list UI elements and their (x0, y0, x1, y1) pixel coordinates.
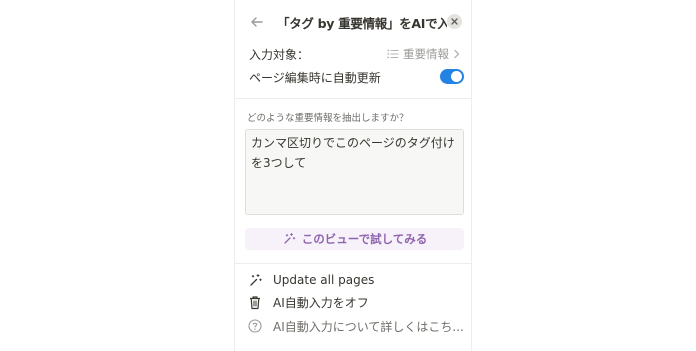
ai-autofill-panel: 「タグ by 重要情報」をAIで入力 入力対象： 重要情報 ページ編集時に自動更… (234, 0, 472, 351)
help-circle-icon (247, 318, 263, 334)
update-all-pages-item[interactable]: Update all pages (247, 270, 374, 290)
update-all-pages-label: Update all pages (273, 273, 375, 287)
learn-more-item[interactable]: AI自動入力について詳しくはこち... (247, 316, 464, 336)
auto-update-label: ページ編集時に自動更新 (249, 71, 381, 85)
magic-wand-icon (247, 272, 263, 288)
turn-off-autofill-label: AI自動入力をオフ (273, 295, 369, 310)
prompt-question: どのような重要情報を抽出しますか？ (247, 113, 409, 124)
prompt-textarea[interactable]: カンマ区切りでこのページのタグ付けを3つして (245, 129, 464, 215)
list-icon (387, 49, 399, 59)
back-arrow-icon[interactable] (247, 12, 267, 32)
toggle-knob (451, 71, 462, 82)
panel-header: 「タグ by 重要情報」をAIで入力 (235, 8, 473, 36)
turn-off-autofill-item[interactable]: AI自動入力をオフ (247, 292, 369, 312)
try-button-label: このビューで試してみる (301, 232, 428, 246)
divider (235, 98, 472, 99)
divider (235, 263, 472, 264)
close-button[interactable] (447, 14, 462, 29)
target-value-text: 重要情報 (403, 47, 449, 61)
target-property-select[interactable]: 重要情報 (387, 46, 461, 62)
magic-wand-icon (284, 233, 296, 244)
trash-icon (247, 294, 263, 310)
target-label: 入力対象： (249, 48, 310, 62)
learn-more-label: AI自動入力について詳しくはこち... (273, 319, 464, 334)
try-in-view-button[interactable]: このビューで試してみる (245, 228, 464, 250)
panel-title: 「タグ by 重要情報」をAIで入力 (277, 16, 447, 31)
chevron-right-icon (454, 49, 460, 59)
close-icon (451, 18, 458, 25)
auto-update-toggle[interactable] (440, 69, 464, 84)
